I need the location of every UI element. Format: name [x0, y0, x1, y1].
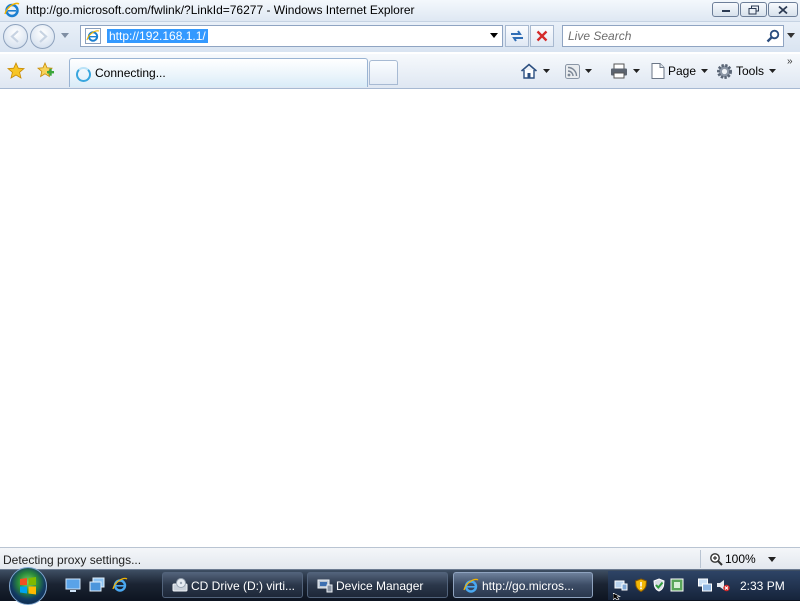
cd-drive-icon — [172, 578, 188, 592]
mouse-cursor-icon — [613, 593, 621, 600]
address-url[interactable]: http://192.168.1.1/ — [107, 29, 208, 43]
show-desktop-icon[interactable] — [65, 577, 81, 593]
zoom-level: 100% — [725, 552, 756, 566]
tab-active[interactable]: Connecting... — [69, 58, 368, 87]
print-button[interactable] — [610, 60, 640, 82]
refresh-icon — [511, 30, 523, 42]
close-button[interactable] — [768, 2, 798, 17]
new-tab-button[interactable] — [369, 60, 398, 85]
recent-pages-dropdown-icon[interactable] — [61, 33, 69, 38]
favorites-center-icon[interactable] — [7, 62, 25, 79]
feeds-dropdown-icon[interactable] — [585, 69, 592, 73]
volume-muted-icon[interactable] — [716, 578, 730, 592]
zoom-dropdown-icon[interactable] — [768, 557, 776, 562]
command-bar: Connecting... Page Tools — [0, 54, 800, 89]
taskbar-button-device-manager[interactable]: Device Manager — [307, 572, 448, 598]
loading-spinner-icon — [76, 67, 91, 82]
back-button[interactable] — [3, 24, 28, 49]
tools-menu-label: Tools — [736, 64, 765, 78]
ie-icon — [463, 578, 479, 593]
arrow-right-icon — [39, 30, 48, 43]
page-content[interactable] — [0, 89, 800, 547]
taskbar-button-label: CD Drive (D:) virti... — [191, 579, 295, 593]
address-toolbar: http://192.168.1.1/ Live Search — [0, 22, 800, 52]
tools-dropdown-icon — [769, 69, 777, 73]
minimize-icon — [721, 9, 730, 12]
print-dropdown-icon[interactable] — [633, 69, 640, 73]
status-bar: Detecting proxy settings... 100% — [0, 547, 800, 570]
search-placeholder: Live Search — [568, 29, 632, 43]
taskbar: CD Drive (D:) virti... Device Manager ht… — [0, 567, 800, 605]
home-icon — [520, 63, 538, 79]
minimize-button[interactable] — [712, 2, 739, 17]
device-manager-icon — [317, 579, 333, 593]
status-divider — [700, 550, 701, 568]
start-button[interactable] — [9, 567, 47, 605]
search-options-dropdown-icon[interactable] — [787, 33, 795, 38]
close-icon — [778, 5, 788, 14]
taskbar-button-label: Device Manager — [336, 579, 424, 593]
switch-windows-icon[interactable] — [89, 577, 105, 593]
page-icon — [85, 28, 101, 44]
arrow-left-icon — [10, 30, 19, 43]
windows-logo-icon — [20, 577, 36, 595]
network-status-icon[interactable] — [698, 578, 712, 592]
restore-button[interactable] — [740, 2, 767, 17]
status-text: Detecting proxy settings... — [3, 553, 142, 567]
notification-area: 2:33 PM — [608, 571, 800, 600]
stop-button[interactable] — [530, 25, 554, 47]
internet-explorer-icon[interactable] — [112, 577, 128, 593]
forward-button[interactable] — [30, 24, 55, 49]
zoom-control[interactable]: 100% — [709, 552, 756, 566]
taskbar-button-label: http://go.micros... — [482, 579, 575, 593]
search-icon[interactable] — [766, 29, 780, 43]
security-shield-warning-icon[interactable] — [634, 578, 648, 592]
restore-icon — [748, 5, 759, 14]
search-box[interactable]: Live Search — [562, 25, 784, 47]
add-to-favorites-icon[interactable] — [37, 62, 55, 79]
gear-icon — [717, 63, 732, 79]
feeds-button[interactable] — [565, 60, 592, 82]
taskbar-button-internet-explorer[interactable]: http://go.micros... — [453, 572, 593, 598]
refresh-button[interactable] — [505, 25, 529, 47]
tools-menu[interactable]: Tools — [716, 60, 777, 82]
title-bar[interactable]: http://go.microsoft.com/fwlink/?LinkId=7… — [0, 0, 800, 22]
taskbar-button-cd-drive[interactable]: CD Drive (D:) virti... — [162, 572, 303, 598]
printer-icon — [611, 63, 627, 79]
tray-app-icon[interactable] — [670, 578, 684, 592]
address-dropdown-icon[interactable] — [490, 33, 498, 38]
window-title: http://go.microsoft.com/fwlink/?LinkId=7… — [26, 3, 415, 17]
page-menu-label: Page — [668, 64, 697, 78]
tab-label: Connecting... — [95, 66, 166, 80]
zoom-icon — [710, 553, 723, 566]
page-icon — [651, 63, 665, 79]
page-menu[interactable]: Page — [651, 60, 709, 82]
address-bar[interactable]: http://192.168.1.1/ — [80, 25, 503, 47]
internet-explorer-icon — [4, 2, 20, 18]
home-button[interactable] — [520, 60, 550, 82]
home-dropdown-icon[interactable] — [543, 69, 550, 73]
toolbar-overflow-chevron[interactable]: » — [787, 56, 793, 67]
rss-feed-icon — [565, 63, 580, 79]
system-clock[interactable]: 2:33 PM — [740, 579, 785, 593]
stop-icon — [536, 30, 548, 42]
windows-defender-icon[interactable] — [652, 578, 666, 592]
network-device-icon[interactable] — [614, 578, 628, 592]
page-dropdown-icon — [701, 69, 709, 73]
